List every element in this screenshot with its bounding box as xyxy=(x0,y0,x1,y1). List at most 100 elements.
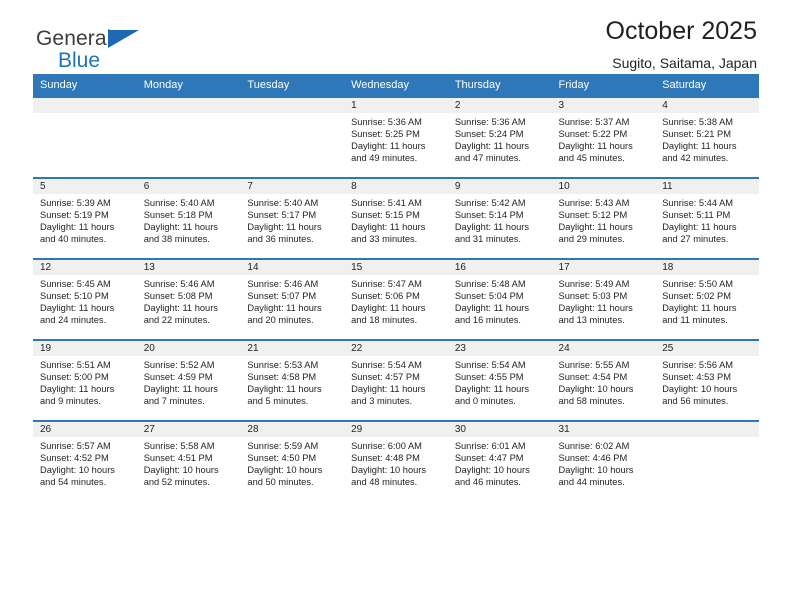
calendar-day-cell[interactable]: 10 Sunrise: 5:43 AM Sunset: 5:12 PM Dayligh… xyxy=(551,177,656,259)
calendar-day-cell[interactable]: 28 Sunrise: 5:59 AM Sunset: 4:50 PM Dayligh… xyxy=(240,420,345,501)
calendar-day-cell[interactable]: 18 Sunrise: 5:50 AM Sunset: 5:02 PM Dayligh… xyxy=(655,258,759,340)
calendar-day-cell[interactable]: 14 Sunrise: 5:46 AM Sunset: 5:07 PM Dayligh… xyxy=(240,258,345,340)
day-sun-info: Sunrise: 5:49 AM Sunset: 5:03 PM Daylight:… xyxy=(552,275,656,326)
day-sun-info: Sunrise: 5:58 AM Sunset: 4:51 PM Daylight:… xyxy=(137,437,241,488)
day-cell-content: 26 Sunrise: 5:57 AM Sunset: 4:52 PM Dayligh… xyxy=(33,422,137,501)
calendar-day-cell[interactable]: 23 Sunrise: 5:54 AM Sunset: 4:55 PM Dayligh… xyxy=(447,339,552,421)
day-cell-content: 10 Sunrise: 5:43 AM Sunset: 5:12 PM Dayligh… xyxy=(551,179,656,258)
daylight-text-line2: and 7 minutes. xyxy=(143,396,205,407)
calendar-day-cell[interactable]: 9 Sunrise: 5:42 AM Sunset: 5:14 PM Daylight… xyxy=(447,177,552,259)
calendar-week-row: 26 Sunrise: 5:57 AM Sunset: 4:52 PM Dayligh… xyxy=(33,420,759,501)
calendar-day-cell[interactable]: 30 Sunrise: 6:01 AM Sunset: 4:47 PM Dayligh… xyxy=(447,420,552,501)
calendar-day-cell[interactable]: 13 Sunrise: 5:46 AM Sunset: 5:08 PM Dayligh… xyxy=(136,258,241,340)
day-sun-info: Sunrise: 5:57 AM Sunset: 4:52 PM Daylight:… xyxy=(33,437,137,488)
day-number: 18 xyxy=(655,260,759,275)
sunset-text: Sunset: 5:07 PM xyxy=(247,291,317,302)
sunrise-text: Sunrise: 5:43 AM xyxy=(558,198,630,208)
day-cell-content: 11 Sunrise: 5:44 AM Sunset: 5:11 PM Dayligh… xyxy=(655,179,759,258)
daylight-text-line1: Daylight: 11 hours xyxy=(247,222,322,233)
calendar-day-cell[interactable]: 20 Sunrise: 5:52 AM Sunset: 4:59 PM Dayligh… xyxy=(136,339,241,421)
daylight-text-line1: Daylight: 10 hours xyxy=(662,384,738,395)
daylight-text-line1: Daylight: 11 hours xyxy=(662,222,737,233)
calendar-day-cell[interactable]: 16 Sunrise: 5:48 AM Sunset: 5:04 PM Dayligh… xyxy=(447,258,552,340)
day-number: 17 xyxy=(551,260,656,275)
day-number: 8 xyxy=(344,179,448,194)
day-cell-content xyxy=(240,98,345,177)
calendar-body: 1 Sunrise: 5:36 AM Sunset: 5:25 PM Daylight… xyxy=(33,96,759,501)
day-cell-content: 6 Sunrise: 5:40 AM Sunset: 5:18 PM Daylight… xyxy=(136,179,241,258)
day-sun-info: Sunrise: 6:00 AM Sunset: 4:48 PM Daylight:… xyxy=(344,437,448,488)
daylight-text-line1: Daylight: 10 hours xyxy=(558,384,634,395)
weekday-header-wednesday: Wednesday xyxy=(344,74,448,97)
sunrise-text: Sunrise: 5:50 AM xyxy=(662,279,734,289)
calendar-day-cell[interactable]: 31 Sunrise: 6:02 AM Sunset: 4:46 PM Dayligh… xyxy=(551,420,656,501)
daylight-text-line1: Daylight: 11 hours xyxy=(454,141,530,152)
calendar-day-cell[interactable]: 26 Sunrise: 5:57 AM Sunset: 4:52 PM Dayligh… xyxy=(33,420,137,501)
sunrise-text: Sunrise: 5:58 AM xyxy=(143,441,215,451)
calendar-day-cell[interactable]: 5 Sunrise: 5:39 AM Sunset: 5:19 PM Daylight… xyxy=(33,177,137,259)
calendar-day-cell[interactable]: 7 Sunrise: 5:40 AM Sunset: 5:17 PM Daylight… xyxy=(240,177,345,259)
calendar-day-cell[interactable]: 29 Sunrise: 6:00 AM Sunset: 4:48 PM Dayligh… xyxy=(344,420,448,501)
daylight-text-line1: Daylight: 11 hours xyxy=(351,222,426,233)
day-cell-content: 25 Sunrise: 5:56 AM Sunset: 4:53 PM Dayligh… xyxy=(655,341,759,420)
daylight-text-line2: and 50 minutes. xyxy=(247,477,314,488)
day-number: 30 xyxy=(447,422,552,437)
day-number xyxy=(33,98,137,113)
day-number: 14 xyxy=(240,260,345,275)
day-cell-content: 19 Sunrise: 5:51 AM Sunset: 5:00 PM Dayligh… xyxy=(33,341,137,420)
sunrise-text: Sunrise: 5:49 AM xyxy=(558,279,630,289)
day-sun-info: Sunrise: 5:47 AM Sunset: 5:06 PM Daylight:… xyxy=(344,275,448,326)
calendar-day-cell[interactable]: 3 Sunrise: 5:37 AM Sunset: 5:22 PM Daylight… xyxy=(551,96,656,178)
daylight-text-line2: and 13 minutes. xyxy=(558,315,625,326)
daylight-text-line2: and 56 minutes. xyxy=(662,396,729,407)
day-sun-info: Sunrise: 5:53 AM Sunset: 4:58 PM Daylight:… xyxy=(240,356,344,407)
sunrise-text: Sunrise: 6:01 AM xyxy=(454,441,526,451)
sunrise-text: Sunrise: 5:54 AM xyxy=(351,360,422,370)
day-number: 10 xyxy=(551,179,656,194)
daylight-text-line2: and 24 minutes. xyxy=(40,315,107,326)
weekday-header-saturday: Saturday xyxy=(655,74,759,97)
day-sun-info: Sunrise: 5:40 AM Sunset: 5:18 PM Daylight:… xyxy=(137,194,241,245)
calendar-day-cell[interactable]: 25 Sunrise: 5:56 AM Sunset: 4:53 PM Dayligh… xyxy=(655,339,759,421)
calendar-day-cell[interactable]: 17 Sunrise: 5:49 AM Sunset: 5:03 PM Dayligh… xyxy=(551,258,656,340)
calendar-day-cell[interactable]: 2 Sunrise: 5:36 AM Sunset: 5:24 PM Daylight… xyxy=(447,96,552,178)
daylight-text-line1: Daylight: 11 hours xyxy=(143,303,218,314)
sunset-text: Sunset: 4:58 PM xyxy=(247,372,317,383)
day-number: 25 xyxy=(655,341,759,356)
day-sun-info: Sunrise: 5:38 AM Sunset: 5:21 PM Daylight:… xyxy=(655,113,759,164)
day-sun-info: Sunrise: 5:41 AM Sunset: 5:15 PM Daylight:… xyxy=(344,194,448,245)
day-number: 1 xyxy=(344,98,448,113)
day-sun-info: Sunrise: 5:48 AM Sunset: 5:04 PM Daylight:… xyxy=(448,275,552,326)
calendar-day-cell[interactable]: 21 Sunrise: 5:53 AM Sunset: 4:58 PM Dayligh… xyxy=(240,339,345,421)
day-sun-info: Sunrise: 5:43 AM Sunset: 5:12 PM Daylight:… xyxy=(552,194,656,245)
daylight-text-line1: Daylight: 11 hours xyxy=(40,384,115,395)
calendar-day-cell[interactable]: 22 Sunrise: 5:54 AM Sunset: 4:57 PM Dayligh… xyxy=(344,339,448,421)
sunset-text: Sunset: 4:55 PM xyxy=(454,372,524,383)
sunset-text: Sunset: 4:47 PM xyxy=(454,453,524,464)
day-cell-content: 4 Sunrise: 5:38 AM Sunset: 5:21 PM Daylight… xyxy=(655,98,759,177)
day-number: 2 xyxy=(447,98,552,113)
daylight-text-line1: Daylight: 11 hours xyxy=(351,141,426,152)
calendar-day-cell[interactable]: 19 Sunrise: 5:51 AM Sunset: 5:00 PM Dayligh… xyxy=(33,339,137,421)
calendar-day-cell[interactable]: 15 Sunrise: 5:47 AM Sunset: 5:06 PM Dayligh… xyxy=(344,258,448,340)
general-blue-logo[interactable]: General Blue xyxy=(36,28,139,71)
calendar-day-cell[interactable]: 11 Sunrise: 5:44 AM Sunset: 5:11 PM Dayligh… xyxy=(655,177,759,259)
sunrise-text: Sunrise: 5:40 AM xyxy=(143,198,215,208)
sunset-text: Sunset: 5:00 PM xyxy=(40,372,109,383)
title-block: October 2025 Sugito, Saitama, Japan xyxy=(606,17,758,70)
calendar-day-cell[interactable]: 8 Sunrise: 5:41 AM Sunset: 5:15 PM Daylight… xyxy=(344,177,448,259)
calendar-day-cell[interactable]: 1 Sunrise: 5:36 AM Sunset: 5:25 PM Daylight… xyxy=(344,96,448,178)
daylight-text-line2: and 46 minutes. xyxy=(454,477,521,488)
calendar-day-cell[interactable]: 12 Sunrise: 5:45 AM Sunset: 5:10 PM Dayligh… xyxy=(33,258,137,340)
calendar-day-cell[interactable]: 24 Sunrise: 5:55 AM Sunset: 4:54 PM Dayligh… xyxy=(551,339,656,421)
day-sun-info: Sunrise: 5:54 AM Sunset: 4:57 PM Daylight:… xyxy=(344,356,448,407)
calendar-day-cell[interactable]: 4 Sunrise: 5:38 AM Sunset: 5:21 PM Daylight… xyxy=(655,96,759,178)
calendar-day-cell[interactable]: 6 Sunrise: 5:40 AM Sunset: 5:18 PM Daylight… xyxy=(136,177,241,259)
day-sun-info: Sunrise: 5:52 AM Sunset: 4:59 PM Daylight:… xyxy=(137,356,241,407)
sunrise-text: Sunrise: 5:57 AM xyxy=(40,441,111,451)
calendar-day-cell[interactable]: 27 Sunrise: 5:58 AM Sunset: 4:51 PM Dayligh… xyxy=(136,420,241,501)
day-number: 31 xyxy=(551,422,656,437)
sunrise-text: Sunrise: 5:45 AM xyxy=(40,279,111,289)
sunrise-text: Sunrise: 6:00 AM xyxy=(351,441,422,451)
day-cell-content: 30 Sunrise: 6:01 AM Sunset: 4:47 PM Dayligh… xyxy=(447,422,552,501)
